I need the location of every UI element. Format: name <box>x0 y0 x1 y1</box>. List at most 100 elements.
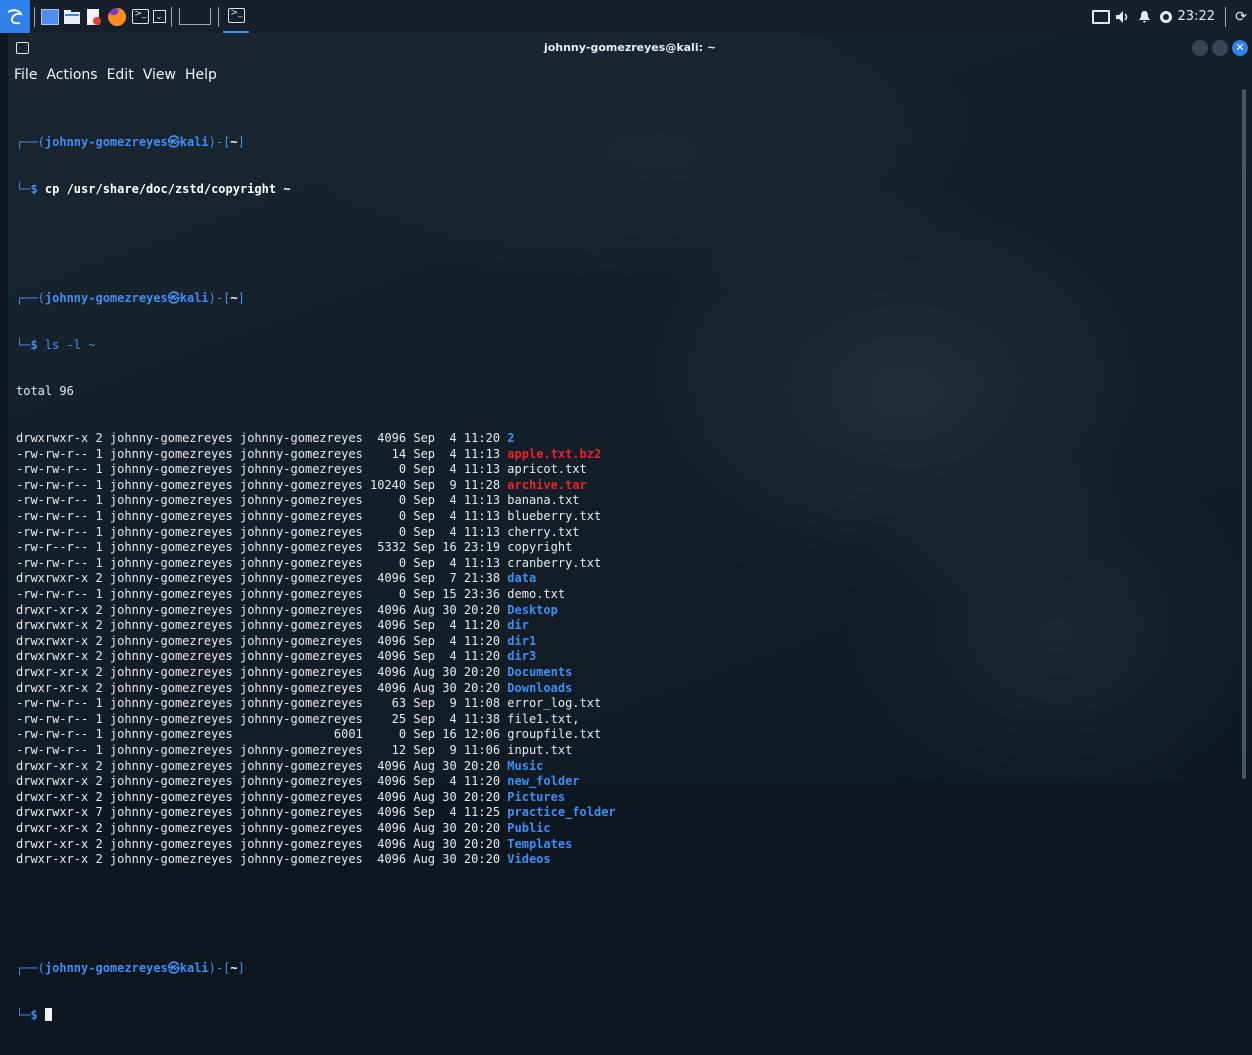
row-details: -rw-rw-r-- 1 johnny-gomezreyes johnny-go… <box>16 509 508 524</box>
listing-row: drwxrwxr-x 2 johnny-gomezreyes johnny-go… <box>16 431 1232 447</box>
listing-row: drwxr-xr-x 2 johnny-gomezreyes johnny-go… <box>16 603 1232 619</box>
prompt-line: ┌──(johnny-gomezreyes㉿kali)-[~] <box>16 961 245 976</box>
listing-row: drwxrwxr-x 2 johnny-gomezreyes johnny-go… <box>16 634 1232 650</box>
menu-file[interactable]: File <box>14 67 37 83</box>
listing-row: -rw-rw-r-- 1 johnny-gomezreyes 6001 0 Se… <box>16 727 1232 743</box>
file-name: Music <box>507 758 544 773</box>
listing-row: drwxr-xr-x 2 johnny-gomezreyes johnny-go… <box>16 852 1232 868</box>
prompt-user: johnny-gomezreyes <box>44 961 168 976</box>
total-line: total 96 <box>16 384 74 399</box>
row-details: drwxr-xr-x 2 johnny-gomezreyes johnny-go… <box>16 852 508 867</box>
command-text: cp /usr/share/doc/zstd/copyright ~ <box>44 181 291 196</box>
file-name: cranberry.txt <box>507 555 602 570</box>
scrollbar[interactable] <box>1242 89 1246 779</box>
listing: drwxrwxr-x 2 johnny-gomezreyes johnny-go… <box>16 431 1232 868</box>
menu-edit[interactable]: Edit <box>107 67 134 83</box>
file-name: dir1 <box>507 633 537 648</box>
bell-icon[interactable] <box>1134 0 1156 33</box>
listing-row: drwxr-xr-x 2 johnny-gomezreyes johnny-go… <box>16 821 1232 837</box>
text-editor-icon[interactable] <box>83 0 105 33</box>
listing-row: -rw-rw-r-- 1 johnny-gomezreyes johnny-go… <box>16 556 1232 572</box>
network-icon[interactable] <box>1156 0 1176 33</box>
file-name: Downloads <box>507 680 573 695</box>
terminal-icon[interactable]: >_ <box>129 0 151 33</box>
row-details: -rw-rw-r-- 1 johnny-gomezreyes johnny-go… <box>16 696 508 711</box>
file-name: dir <box>507 618 529 633</box>
row-details: -rw-rw-r-- 1 johnny-gomezreyes johnny-go… <box>16 462 508 477</box>
listing-row: drwxrwxr-x 2 johnny-gomezreyes johnny-go… <box>16 774 1232 790</box>
menu-help[interactable]: Help <box>185 67 217 83</box>
panel-separator <box>1225 6 1226 27</box>
prompt-dir: ~ <box>230 134 238 149</box>
row-details: drwxr-xr-x 2 johnny-gomezreyes johnny-go… <box>16 602 508 617</box>
listing-row: -rw-rw-r-- 1 johnny-gomezreyes johnny-go… <box>16 447 1232 463</box>
taskbar: >_ ⌄ >_ 23:22 ⟳ <box>0 0 1252 33</box>
file-name: dir3 <box>507 649 537 664</box>
file-name: error_log.txt <box>507 696 602 711</box>
command-text: ls -l ~ <box>44 337 96 352</box>
listing-row: drwxrwxr-x 7 johnny-gomezreyes johnny-go… <box>16 805 1232 821</box>
row-details: -rw-r--r-- 1 johnny-gomezreyes johnny-go… <box>16 540 508 555</box>
window-titlebar[interactable]: johnny-gomezreyes@kali: ~ ✕ <box>8 33 1252 63</box>
file-name: apricot.txt <box>507 462 587 477</box>
terminal-task-icon[interactable]: >_ <box>223 0 249 33</box>
minimize-button[interactable] <box>1192 40 1208 56</box>
maximize-button[interactable] <box>1212 40 1228 56</box>
row-details: -rw-rw-r-- 1 johnny-gomezreyes johnny-go… <box>16 446 508 461</box>
panel-separator <box>171 6 172 27</box>
file-name: Public <box>507 820 551 835</box>
chevron-down-icon[interactable]: ⌄ <box>151 0 167 33</box>
prompt-host: kali <box>179 134 209 149</box>
listing-row: -rw-rw-r-- 1 johnny-gomezreyes johnny-go… <box>16 525 1232 541</box>
row-details: -rw-rw-r-- 1 johnny-gomezreyes johnny-go… <box>16 711 508 726</box>
file-name: banana.txt <box>507 493 580 508</box>
system-tray: 23:22 ⟳ <box>1090 0 1252 33</box>
row-details: drwxrwxr-x 7 johnny-gomezreyes johnny-go… <box>16 805 508 820</box>
close-button[interactable]: ✕ <box>1232 40 1248 56</box>
row-details: -rw-rw-r-- 1 johnny-gomezreyes 6001 0 Se… <box>16 727 508 742</box>
file-name: demo.txt <box>507 587 566 601</box>
panel-separator <box>34 6 35 27</box>
listing-row: drwxrwxr-x 2 johnny-gomezreyes johnny-go… <box>16 571 1232 587</box>
prompt-host: kali <box>179 961 209 976</box>
row-details: -rw-rw-r-- 1 johnny-gomezreyes johnny-go… <box>16 524 508 539</box>
prompt-user: johnny-gomezreyes <box>44 134 168 149</box>
file-manager-icon[interactable] <box>61 0 83 33</box>
listing-row: drwxr-xr-x 2 johnny-gomezreyes johnny-go… <box>16 837 1232 853</box>
clock[interactable]: 23:22 <box>1178 9 1215 24</box>
menu-actions[interactable]: Actions <box>46 67 97 83</box>
file-name: Videos <box>507 852 551 867</box>
row-details: drwxr-xr-x 2 johnny-gomezreyes johnny-go… <box>16 836 508 851</box>
file-name: cherry.txt <box>507 524 580 539</box>
firefox-icon[interactable] <box>105 0 129 33</box>
file-name: archive.tar <box>507 477 587 492</box>
listing-row: drwxrwxr-x 2 johnny-gomezreyes johnny-go… <box>16 618 1232 634</box>
window-button[interactable] <box>176 0 214 33</box>
row-details: -rw-rw-r-- 1 johnny-gomezreyes johnny-go… <box>16 477 508 492</box>
row-details: -rw-rw-r-- 1 johnny-gomezreyes johnny-go… <box>16 555 508 570</box>
listing-row: drwxrwxr-x 2 johnny-gomezreyes johnny-go… <box>16 649 1232 665</box>
row-details: drwxrwxr-x 2 johnny-gomezreyes johnny-go… <box>16 618 508 633</box>
listing-row: drwxr-xr-x 2 johnny-gomezreyes johnny-go… <box>16 790 1232 806</box>
volume-icon[interactable] <box>1112 0 1134 33</box>
file-name: practice_folder <box>507 805 616 820</box>
prompt-user: johnny-gomezreyes <box>44 290 168 305</box>
kali-menu-icon[interactable] <box>0 0 30 33</box>
row-details: drwxr-xr-x 2 johnny-gomezreyes johnny-go… <box>16 789 508 804</box>
row-details: drwxr-xr-x 2 johnny-gomezreyes johnny-go… <box>16 664 508 679</box>
file-name: Pictures <box>507 789 566 804</box>
terminal-output[interactable]: ┌──(johnny-gomezreyes㉿kali)-[~] └─$ cp /… <box>16 88 1232 1022</box>
file-name: Desktop <box>507 602 558 617</box>
menu-view[interactable]: View <box>143 67 176 83</box>
file-name: apple.txt.bz2 <box>507 446 602 461</box>
workspace-icon[interactable] <box>39 0 61 33</box>
window-title: johnny-gomezreyes@kali: ~ <box>543 41 717 54</box>
listing-row: -rw-rw-r-- 1 johnny-gomezreyes johnny-go… <box>16 493 1232 509</box>
file-name: data <box>507 571 537 586</box>
panel-separator <box>218 6 219 27</box>
power-icon[interactable]: ⟳ <box>1230 0 1252 33</box>
row-details: drwxrwxr-x 2 johnny-gomezreyes johnny-go… <box>16 649 508 664</box>
display-icon[interactable] <box>1090 0 1112 33</box>
file-name: file1.txt, <box>507 711 580 726</box>
